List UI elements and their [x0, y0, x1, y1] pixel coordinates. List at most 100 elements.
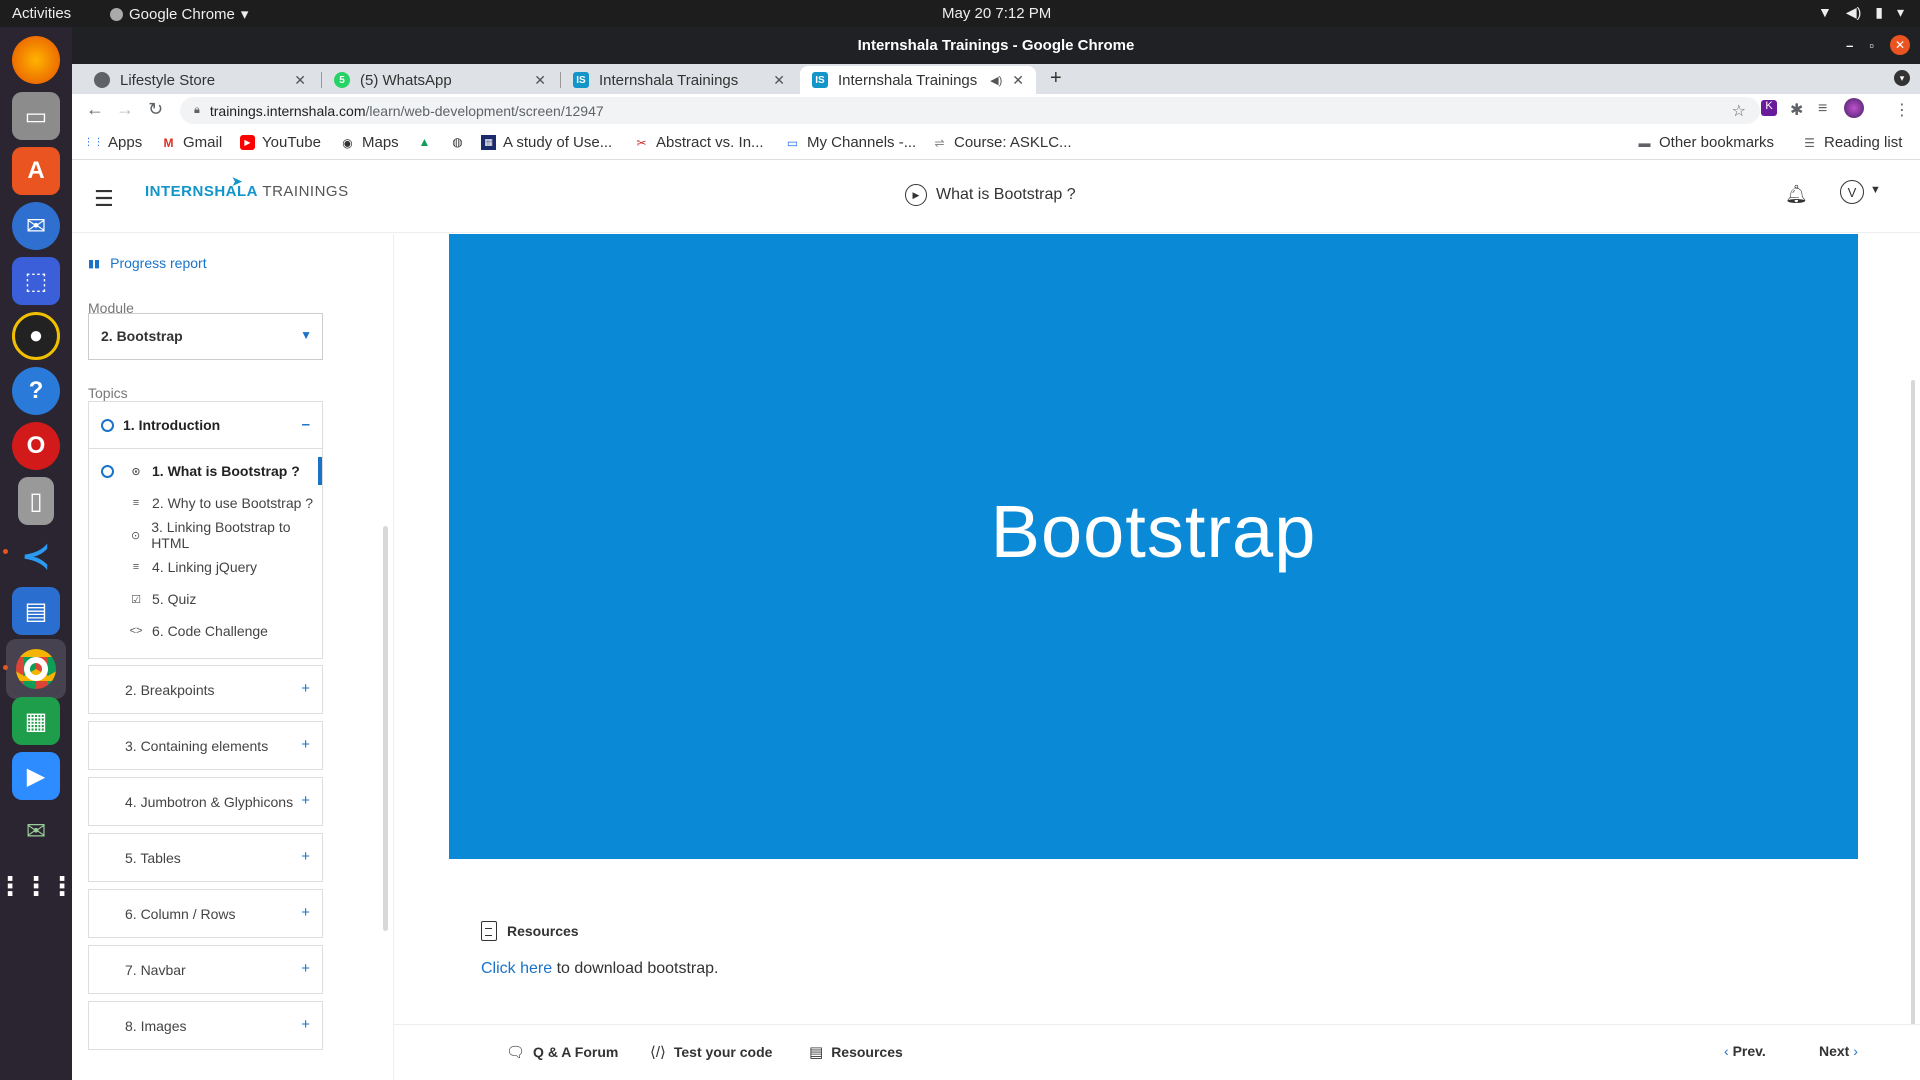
lesson-item[interactable]: ⊙ 1. What is Bootstrap ? [89, 455, 322, 487]
url-input[interactable]: 🔒︎ trainings.internshala.com/learn/web-d… [180, 97, 1760, 124]
new-tab-icon[interactable]: + [1050, 67, 1062, 90]
sidebar-scrollbar[interactable] [383, 526, 388, 931]
bookmark-apps[interactable]: ⋮⋮ Apps [84, 134, 143, 151]
activities-button[interactable]: Activities [12, 5, 71, 22]
show-apps-icon[interactable]: ⋮⋮⋮ [0, 862, 75, 910]
lesson-item[interactable]: ≡ 2. Why to use Bootstrap ? [89, 487, 322, 519]
topic-containing-elements[interactable]: 3. Containing elements + [88, 721, 323, 770]
puzzle-icon[interactable]: ✱ [1790, 100, 1803, 120]
topic-header[interactable]: 4. Jumbotron & Glyphicons + [89, 778, 322, 825]
expand-icon[interactable]: + [301, 848, 310, 865]
clock[interactable]: May 20 7:12 PM [942, 5, 1051, 22]
minimize-icon[interactable]: – [1846, 38, 1853, 53]
menu-dots-icon[interactable]: ⋮ [1894, 100, 1910, 120]
expand-icon[interactable]: + [301, 1016, 310, 1033]
bookmark-globe[interactable]: ◍ [450, 134, 465, 149]
close-icon[interactable]: ✕ [1890, 35, 1910, 55]
speaker-icon[interactable]: ◀) [990, 74, 1002, 87]
back-icon[interactable]: ← [86, 99, 104, 120]
expand-icon[interactable]: + [301, 736, 310, 753]
media-control-icon[interactable]: ≡ [1818, 100, 1827, 118]
bookmark-youtube[interactable]: ▶ YouTube [240, 134, 321, 151]
module-select[interactable]: 2. Bootstrap ▼ [88, 313, 323, 360]
close-tab-icon[interactable]: ✕ [773, 72, 785, 89]
topic-jumbotron[interactable]: 4. Jumbotron & Glyphicons + [88, 777, 323, 826]
internshala-logo[interactable]: ➤ INTERNSHALA TRAININGS [145, 173, 349, 200]
tab-whatsapp[interactable]: 5 (5) WhatsApp ✕ [322, 66, 558, 94]
window-titlebar[interactable]: Internshala Trainings - Google Chrome – … [72, 27, 1920, 64]
star-icon[interactable]: ☆ [1732, 101, 1746, 121]
topic-header[interactable]: 1. Introduction – [89, 402, 322, 449]
calc-icon[interactable]: ▦ [12, 697, 60, 745]
expand-icon[interactable]: + [301, 792, 310, 809]
writer-icon[interactable]: ▤ [12, 587, 60, 635]
archive-icon[interactable]: ▯ [18, 477, 54, 525]
bell-icon[interactable]: 🔔︎ [1785, 184, 1808, 205]
collapse-icon[interactable]: – [302, 416, 310, 433]
page-scrollbar[interactable] [1911, 380, 1915, 1030]
maximize-icon[interactable]: ▫ [1869, 38, 1874, 53]
click-here-link[interactable]: Click here [481, 960, 552, 977]
tab-internshala-active[interactable]: IS Internshala Trainings ◀) ✕ [800, 66, 1036, 94]
expand-icon[interactable]: + [301, 960, 310, 977]
close-tab-icon[interactable]: ✕ [534, 72, 546, 89]
reload-icon[interactable]: ↻ [148, 99, 163, 120]
tab-internshala-1[interactable]: IS Internshala Trainings ✕ [561, 66, 797, 94]
topic-column-rows[interactable]: 6. Column / Rows + [88, 889, 323, 938]
topic-header[interactable]: 5. Tables + [89, 834, 322, 881]
expand-icon[interactable]: + [301, 680, 310, 697]
bookmark-other[interactable]: ▬ Other bookmarks [1637, 134, 1775, 151]
topic-images[interactable]: 8. Images + [88, 1001, 323, 1050]
topic-navbar[interactable]: 7. Navbar + [88, 945, 323, 994]
topic-header[interactable]: 2. Breakpoints + [89, 666, 322, 713]
close-tab-icon[interactable]: ✕ [1012, 72, 1024, 89]
files-icon[interactable]: ▭ [12, 92, 60, 140]
forward-icon[interactable]: → [116, 99, 134, 120]
topic-header[interactable]: 8. Images + [89, 1002, 322, 1049]
tab-search-icon[interactable]: ▾ [1894, 70, 1910, 86]
bookmark-channels[interactable]: ▭ My Channels -... [785, 134, 916, 151]
topic-breakpoints[interactable]: 2. Breakpoints + [88, 665, 323, 714]
lock-icon[interactable]: 🔒︎ [194, 104, 200, 117]
footer-resources-button[interactable]: ▤ Resources [809, 1043, 903, 1061]
lesson-item[interactable]: ☑ 5. Quiz [89, 583, 322, 615]
lesson-item[interactable]: <> 6. Code Challenge [89, 615, 322, 647]
hamburger-menu-icon[interactable]: ☰ [94, 186, 114, 212]
expand-icon[interactable]: + [301, 904, 310, 921]
bookmark-maps[interactable]: ◉ Maps [340, 134, 398, 151]
zoom-icon[interactable]: ▶ [12, 752, 60, 800]
screenshot-icon[interactable]: ⬚ [12, 257, 60, 305]
bookmark-course[interactable]: ⇌ Course: ASKLC... [932, 134, 1071, 151]
profile-avatar-icon[interactable] [1844, 98, 1864, 118]
opera-icon[interactable]: O [12, 422, 60, 470]
bookmark-gmail[interactable]: M Gmail [161, 134, 223, 151]
topic-tables[interactable]: 5. Tables + [88, 833, 323, 882]
extension-k-icon[interactable]: K [1761, 100, 1777, 116]
prev-button[interactable]: ‹ Prev. [1724, 1043, 1766, 1059]
chrome-dock-slot[interactable] [6, 639, 66, 699]
mail-icon[interactable]: ✉ [12, 807, 60, 855]
tab-lifestyle-store[interactable]: Lifestyle Store ✕ [82, 66, 318, 94]
vscode-icon[interactable]: ≺ [12, 532, 60, 580]
avatar[interactable]: V [1840, 180, 1864, 204]
topic-header[interactable]: 7. Navbar + [89, 946, 322, 993]
topic-header[interactable]: 6. Column / Rows + [89, 890, 322, 937]
bookmark-study[interactable]: ▦ A study of Use... [481, 134, 612, 151]
thunderbird-icon[interactable]: ✉ [12, 202, 60, 250]
reading-list[interactable]: ☰ Reading list [1802, 134, 1902, 151]
bookmark-abstract[interactable]: ✂ Abstract vs. In... [634, 134, 763, 151]
app-menu[interactable]: Google Chrome ▾ [110, 5, 248, 23]
lesson-item[interactable]: ⊙ 3. Linking Bootstrap to HTML [89, 519, 322, 551]
lesson-item[interactable]: ≡ 4. Linking jQuery [89, 551, 322, 583]
close-tab-icon[interactable]: ✕ [294, 72, 306, 89]
qa-forum-button[interactable]: 🗨︎ Q & A Forum [506, 1043, 618, 1061]
bookmark-drive[interactable]: ▲ [417, 134, 432, 149]
chevron-down-icon[interactable]: ▼ [1870, 184, 1881, 196]
progress-report-link[interactable]: ▮▮ Progress report [88, 255, 207, 271]
software-center-icon[interactable]: A [12, 147, 60, 195]
rhythmbox-icon[interactable]: ● [12, 312, 60, 360]
firefox-icon[interactable] [12, 36, 60, 84]
next-button[interactable]: Next › [1819, 1043, 1858, 1059]
help-icon[interactable]: ? [12, 367, 60, 415]
system-tray[interactable]: ▼ ◀) ▮ ▾ [1818, 4, 1904, 21]
